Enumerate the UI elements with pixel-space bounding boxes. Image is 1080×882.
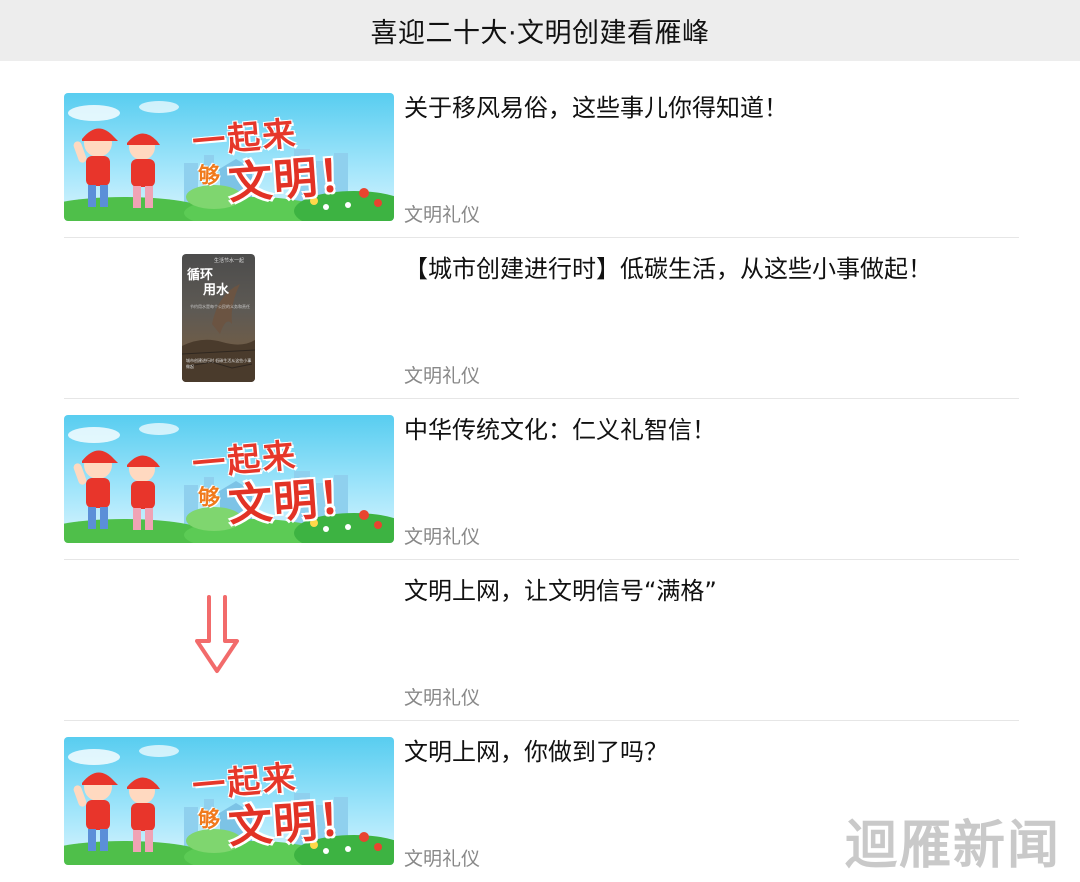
article-category: 文明礼仪: [404, 365, 481, 387]
list-item[interactable]: 生活节水一起 循环 用水 节约用水是每个公民的义务和责任 城市创建进行时 低碳生…: [64, 238, 1019, 399]
watermark-logo: 迴雁新闻: [845, 815, 1062, 876]
poster-footer: 城市创建进行时 低碳生活从这些小事做起: [186, 358, 252, 369]
article-thumbnail[interactable]: 一起来 够 文明！: [64, 93, 394, 221]
banner-slogan-line2: 文明！: [226, 793, 365, 854]
article-thumbnail[interactable]: 生活节水一起 循环 用水 节约用水是每个公民的义务和责任 城市创建进行时 低碳生…: [64, 254, 394, 382]
list-item[interactable]: 文明上网，让文明信号“满格” 文明礼仪: [64, 560, 1019, 721]
banner-image: 一起来 够 文明！: [64, 415, 394, 543]
list-item[interactable]: 一起来 够 文明！ 关于移风易俗，这些事儿你得知道！ 文明礼仪: [64, 77, 1019, 238]
poster-tag: 生活节水一起: [214, 258, 245, 264]
arrow-down-icon: [192, 593, 242, 677]
page-header: 喜迎二十大·文明创建看雁峰: [0, 0, 1080, 61]
banner-image: 一起来 够 文明！: [64, 93, 394, 221]
article-thumbnail[interactable]: 一起来 够 文明！: [64, 415, 394, 543]
article-title[interactable]: 【城市创建进行时】低碳生活，从这些小事做起！: [404, 254, 1019, 284]
poster-subtitle: 节约用水是每个公民的义务和责任: [190, 304, 250, 309]
banner-slogan-line2: 文明！: [226, 149, 365, 210]
poster-image: 生活节水一起 循环 用水 节约用水是每个公民的义务和责任 城市创建进行时 低碳生…: [182, 254, 255, 382]
article-category: 文明礼仪: [404, 687, 481, 709]
article-category: 文明礼仪: [404, 848, 481, 870]
page-title: 喜迎二十大·文明创建看雁峰: [370, 18, 710, 49]
article-thumbnail[interactable]: [64, 576, 394, 704]
article-list: 一起来 够 文明！ 关于移风易俗，这些事儿你得知道！ 文明礼仪 生活节水一起 循: [64, 77, 1019, 882]
article-category: 文明礼仪: [404, 526, 481, 548]
banner-slogan-gou: 够: [198, 164, 221, 189]
article-title[interactable]: 文明上网，你做到了吗？: [404, 737, 1019, 767]
poster-title-line2: 用水: [203, 283, 230, 298]
banner-slogan: 一起来 够 文明！: [182, 111, 392, 211]
article-title[interactable]: 文明上网，让文明信号“满格”: [404, 576, 1019, 606]
poster-title: 循环 用水: [187, 268, 229, 298]
banner-slogan: 一起来 够 文明！: [182, 433, 392, 533]
poster-title-line1: 循环: [187, 268, 214, 283]
list-item[interactable]: 一起来 够 文明！ 中华传统文化：仁义礼智信！ 文明礼仪: [64, 399, 1019, 560]
banner-slogan-gou: 够: [198, 808, 221, 833]
banner-slogan-gou: 够: [198, 486, 221, 511]
article-thumbnail[interactable]: 一起来 够 文明！: [64, 737, 394, 865]
banner-image: 一起来 够 文明！: [64, 737, 394, 865]
article-title[interactable]: 关于移风易俗，这些事儿你得知道！: [404, 93, 1019, 123]
article-category: 文明礼仪: [404, 204, 481, 226]
banner-slogan-line2: 文明！: [226, 471, 365, 532]
banner-slogan: 一起来 够 文明！: [182, 755, 392, 855]
article-title[interactable]: 中华传统文化：仁义礼智信！: [404, 415, 1019, 445]
